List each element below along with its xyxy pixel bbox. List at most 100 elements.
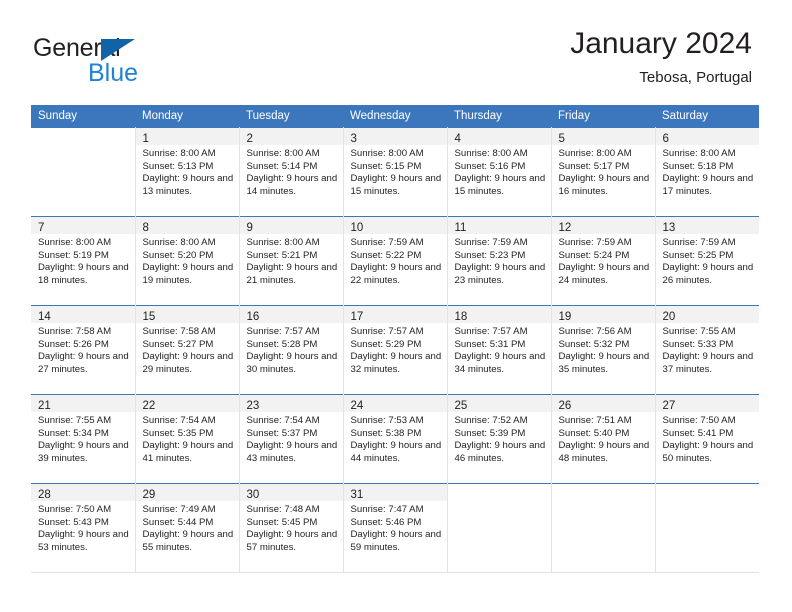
sunrise-text: Sunrise: 8:00 AM: [350, 148, 424, 159]
day-number-band: 10: [343, 217, 447, 234]
calendar-day-cell[interactable]: 29 Sunrise: 7:49 AM Sunset: 5:44 PM Dayligh…: [135, 483, 240, 573]
weekday-header-saturday: Saturday: [655, 105, 759, 128]
calendar-day-cell[interactable]: 9 Sunrise: 8:00 AM Sunset: 5:21 PM Daylight…: [239, 216, 344, 306]
calendar-day-cell[interactable]: 27 Sunrise: 7:50 AM Sunset: 5:41 PM Dayligh…: [655, 394, 759, 484]
sunset-text: Sunset: 5:15 PM: [350, 160, 422, 172]
daylight-text: Daylight: 9 hours and 34 minutes.: [454, 351, 546, 375]
weekday-header-tuesday: Tuesday: [239, 105, 343, 128]
sunrise-text: Sunrise: 7:54 AM: [142, 415, 216, 426]
daylight-text: Daylight: 9 hours and 30 minutes.: [246, 351, 338, 375]
calendar-day-cell[interactable]: 23 Sunrise: 7:54 AM Sunset: 5:37 PM Dayligh…: [239, 394, 344, 484]
day-details: Sunrise: 8:00 AM Sunset: 5:18 PM Daylight:…: [656, 145, 760, 198]
day-details: Sunrise: 8:00 AM Sunset: 5:17 PM Daylight:…: [552, 145, 655, 198]
calendar-day-cell[interactable]: 30 Sunrise: 7:48 AM Sunset: 5:45 PM Dayligh…: [239, 483, 344, 573]
calendar-day-cell[interactable]: 12 Sunrise: 7:59 AM Sunset: 5:24 PM Dayligh…: [551, 216, 656, 306]
day-number: 14: [38, 311, 51, 323]
daylight-text: Daylight: 9 hours and 19 minutes.: [142, 262, 234, 286]
calendar-day-cell-empty: [655, 483, 759, 573]
calendar-day-cell[interactable]: 3 Sunrise: 8:00 AM Sunset: 5:15 PM Daylight…: [343, 127, 448, 217]
calendar-day-cell[interactable]: 4 Sunrise: 8:00 AM Sunset: 5:16 PM Daylight…: [447, 127, 552, 217]
sunset-text: Sunset: 5:26 PM: [38, 338, 109, 350]
sunrise-text: Sunrise: 7:57 AM: [454, 326, 528, 337]
sunrise-text: Sunrise: 7:52 AM: [454, 415, 528, 426]
day-details: Sunrise: 7:51 AM Sunset: 5:40 PM Daylight:…: [552, 412, 655, 465]
calendar-day-cell[interactable]: 7 Sunrise: 8:00 AM Sunset: 5:19 PM Daylight…: [31, 216, 136, 306]
day-number: 7: [38, 222, 45, 234]
calendar-day-cell-empty: [551, 483, 656, 573]
sunset-text: Sunset: 5:32 PM: [558, 338, 630, 350]
day-number-band: 1: [135, 128, 239, 145]
calendar-week-row: 14 Sunrise: 7:58 AM Sunset: 5:26 PM Dayligh…: [31, 305, 759, 395]
sunrise-text: Sunrise: 7:57 AM: [350, 326, 424, 337]
calendar-day-cell[interactable]: 22 Sunrise: 7:54 AM Sunset: 5:35 PM Dayligh…: [135, 394, 240, 484]
calendar-day-cell[interactable]: 13 Sunrise: 7:59 AM Sunset: 5:25 PM Dayligh…: [655, 216, 759, 306]
day-number: 20: [662, 311, 676, 323]
calendar-day-cell[interactable]: 19 Sunrise: 7:56 AM Sunset: 5:32 PM Dayligh…: [551, 305, 656, 395]
day-number-band: 16: [239, 306, 343, 323]
daylight-text: Daylight: 9 hours and 22 minutes.: [350, 262, 442, 286]
day-number: 19: [558, 311, 572, 323]
sunrise-text: Sunrise: 8:00 AM: [558, 148, 632, 159]
day-number: 1: [142, 133, 149, 145]
daylight-text: Daylight: 9 hours and 44 minutes.: [350, 440, 442, 464]
day-number-band: 24: [343, 395, 447, 412]
sunset-text: Sunset: 5:45 PM: [246, 516, 318, 528]
day-number: 17: [350, 311, 364, 323]
calendar-day-cell[interactable]: 20 Sunrise: 7:55 AM Sunset: 5:33 PM Dayligh…: [655, 305, 759, 395]
daylight-text: Daylight: 9 hours and 18 minutes.: [38, 262, 129, 286]
daylight-text: Daylight: 9 hours and 59 minutes.: [350, 529, 442, 553]
sunrise-text: Sunrise: 8:00 AM: [142, 237, 216, 248]
calendar-day-cell[interactable]: 18 Sunrise: 7:57 AM Sunset: 5:31 PM Dayligh…: [447, 305, 552, 395]
sunrise-text: Sunrise: 8:00 AM: [246, 237, 320, 248]
day-number-band: 6: [655, 128, 759, 145]
calendar-day-cell[interactable]: 1 Sunrise: 8:00 AM Sunset: 5:13 PM Daylight…: [135, 127, 240, 217]
day-number-band: 4: [447, 128, 551, 145]
general-blue-logo[interactable]: General Blue: [33, 34, 243, 92]
day-number-band: [447, 484, 551, 501]
day-details: Sunrise: 7:54 AM Sunset: 5:35 PM Daylight:…: [136, 412, 239, 465]
sunset-text: Sunset: 5:14 PM: [246, 160, 318, 172]
calendar-day-cell[interactable]: 24 Sunrise: 7:53 AM Sunset: 5:38 PM Dayligh…: [343, 394, 448, 484]
day-number-band: 8: [135, 217, 239, 234]
sunrise-text: Sunrise: 8:00 AM: [246, 148, 320, 159]
calendar-day-cell[interactable]: 26 Sunrise: 7:51 AM Sunset: 5:40 PM Dayligh…: [551, 394, 656, 484]
sunset-text: Sunset: 5:17 PM: [558, 160, 630, 172]
logo-triangle-icon: [101, 39, 135, 61]
day-number-band: 2: [239, 128, 343, 145]
calendar-day-cell[interactable]: 25 Sunrise: 7:52 AM Sunset: 5:39 PM Dayligh…: [447, 394, 552, 484]
day-number-band: 22: [135, 395, 239, 412]
calendar-week-row: 1 Sunrise: 8:00 AM Sunset: 5:13 PM Daylight…: [31, 127, 760, 217]
day-details: Sunrise: 8:00 AM Sunset: 5:13 PM Daylight:…: [136, 145, 239, 198]
sunset-text: Sunset: 5:46 PM: [350, 516, 422, 528]
sunrise-text: Sunrise: 7:56 AM: [558, 326, 632, 337]
day-number-band: 19: [551, 306, 655, 323]
daylight-text: Daylight: 9 hours and 32 minutes.: [350, 351, 442, 375]
calendar-day-cell[interactable]: 16 Sunrise: 7:57 AM Sunset: 5:28 PM Dayligh…: [239, 305, 344, 395]
day-number-band: 23: [239, 395, 343, 412]
day-number-band: [31, 128, 135, 145]
calendar-day-cell[interactable]: 28 Sunrise: 7:50 AM Sunset: 5:43 PM Dayligh…: [31, 483, 136, 573]
sunrise-text: Sunrise: 8:00 AM: [38, 237, 112, 248]
sunrise-text: Sunrise: 7:55 AM: [38, 415, 112, 426]
day-number-band: 17: [343, 306, 447, 323]
calendar-day-cell[interactable]: 2 Sunrise: 8:00 AM Sunset: 5:14 PM Daylight…: [239, 127, 344, 217]
day-number: 30: [246, 489, 260, 501]
calendar-day-cell[interactable]: 14 Sunrise: 7:58 AM Sunset: 5:26 PM Dayligh…: [31, 305, 136, 395]
calendar-day-cell[interactable]: 11 Sunrise: 7:59 AM Sunset: 5:23 PM Dayligh…: [447, 216, 552, 306]
title-block: January 2024 Tebosa, Portugal: [570, 26, 752, 89]
day-details: Sunrise: 7:49 AM Sunset: 5:44 PM Daylight:…: [136, 501, 239, 554]
calendar-day-cell[interactable]: 8 Sunrise: 8:00 AM Sunset: 5:20 PM Daylight…: [135, 216, 240, 306]
day-details: Sunrise: 7:58 AM Sunset: 5:27 PM Daylight:…: [136, 323, 239, 376]
calendar-day-cell[interactable]: 21 Sunrise: 7:55 AM Sunset: 5:34 PM Dayligh…: [31, 394, 136, 484]
calendar-day-cell[interactable]: 6 Sunrise: 8:00 AM Sunset: 5:18 PM Daylight…: [655, 127, 760, 217]
daylight-text: Daylight: 9 hours and 15 minutes.: [350, 173, 442, 197]
day-number-band: 7: [31, 217, 135, 234]
page-title: January 2024: [570, 27, 752, 60]
calendar-day-cell[interactable]: 10 Sunrise: 7:59 AM Sunset: 5:22 PM Dayligh…: [343, 216, 448, 306]
calendar-day-cell[interactable]: 31 Sunrise: 7:47 AM Sunset: 5:46 PM Dayligh…: [343, 483, 448, 573]
calendar-day-cell[interactable]: 17 Sunrise: 7:57 AM Sunset: 5:29 PM Dayligh…: [343, 305, 448, 395]
calendar-day-cell[interactable]: 15 Sunrise: 7:58 AM Sunset: 5:27 PM Dayligh…: [135, 305, 240, 395]
location-subtitle: Tebosa, Portugal: [639, 69, 752, 86]
calendar-day-cell[interactable]: 5 Sunrise: 8:00 AM Sunset: 5:17 PM Daylight…: [551, 127, 656, 217]
calendar-body: 1 Sunrise: 8:00 AM Sunset: 5:13 PM Daylight…: [31, 127, 760, 573]
